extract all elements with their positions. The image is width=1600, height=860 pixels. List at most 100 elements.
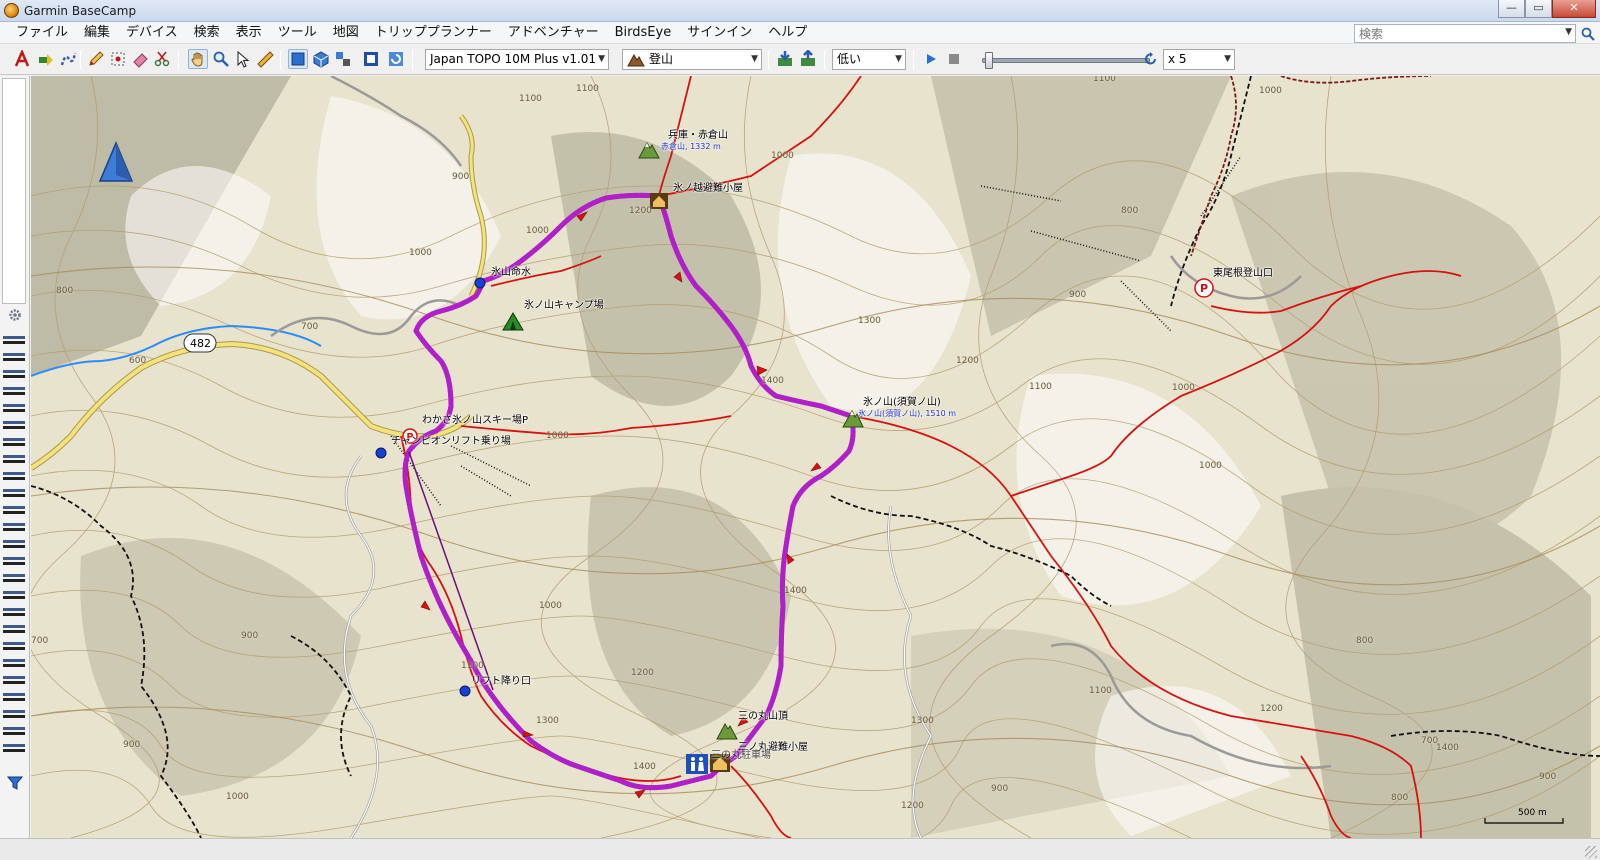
3d-view-icon[interactable] <box>311 49 331 69</box>
contour-label: 900 <box>123 740 141 750</box>
parking-icon[interactable]: P <box>1194 278 1214 298</box>
north-arrow-icon[interactable] <box>98 141 134 183</box>
menu-find[interactable]: 検索 <box>186 23 228 43</box>
playback-slider-thumb[interactable] <box>985 52 993 69</box>
hut-icon[interactable] <box>650 193 668 209</box>
window-controls: — ▭ ✕ <box>1498 0 1596 18</box>
contour-label: 800 <box>1356 636 1374 646</box>
contour-label: 700 <box>31 636 49 646</box>
chevron-down-icon: ▼ <box>1224 54 1231 64</box>
playback-slider[interactable] <box>982 58 1150 63</box>
contour-label: 900 <box>991 784 1009 794</box>
hinokoshi-hut-label: 氷ノ越避難小屋 <box>673 183 743 194</box>
contour-label: 800 <box>1391 793 1409 803</box>
zoom-icon[interactable] <box>211 49 231 69</box>
eraser-icon[interactable] <box>130 49 150 69</box>
contour-label: 1000 <box>1199 461 1222 471</box>
search-input[interactable] <box>1354 24 1576 43</box>
chevron-down-icon: ▼ <box>598 54 605 64</box>
map-product-select[interactable]: Japan TOPO 10M Plus v1.01 ▼ <box>425 49 609 70</box>
campground-icon[interactable] <box>501 311 525 331</box>
2d-map-view-icon[interactable] <box>288 49 308 69</box>
loop-icon[interactable] <box>1141 49 1161 69</box>
close-button[interactable]: ✕ <box>1552 0 1596 18</box>
campground-label: 氷ノ山キャンプ場 <box>524 300 604 311</box>
playback-speed-select[interactable]: x 5 ▼ <box>1163 49 1235 70</box>
menu-edit[interactable]: 編集 <box>76 23 118 43</box>
mountain-icon <box>627 53 645 67</box>
contour-label: 1300 <box>911 716 934 726</box>
stop-icon[interactable] <box>944 49 964 69</box>
menu-file[interactable]: ファイル <box>8 23 76 43</box>
contour-label: 900 <box>452 172 470 182</box>
summit-label: 氷ノ山(須賀ノ山) <box>863 397 941 408</box>
lift-end-label: リフト降り口 <box>471 676 531 687</box>
new-waypoint-icon[interactable] <box>12 49 32 69</box>
menu-help[interactable]: ヘルプ <box>760 23 815 43</box>
menu-device[interactable]: デバイス <box>118 23 186 43</box>
playback-speed-value: x 5 <box>1168 52 1187 66</box>
contour-label: 1200 <box>901 801 924 811</box>
title-bar: Garmin BaseCamp — ▭ ✕ <box>0 0 1600 22</box>
receive-from-device-icon[interactable] <box>775 49 795 69</box>
edit-pencil-icon[interactable] <box>86 49 106 69</box>
minimize-button[interactable]: — <box>1498 0 1525 18</box>
send-to-device-icon[interactable] <box>798 49 818 69</box>
menu-map[interactable]: 地図 <box>325 23 367 43</box>
track-list-icons[interactable] <box>3 330 25 760</box>
collapsed-library-pane[interactable] <box>2 78 26 304</box>
higashi-trailhead-label: 東尾根登山口 <box>1213 268 1273 279</box>
new-route-icon[interactable] <box>36 49 56 69</box>
map-canvas[interactable]: P P 兵庫・赤倉山 赤倉山, 1332 m 氷ノ越避難小屋 氷山命水 氷ノ山キ… <box>31 76 1600 838</box>
play-icon[interactable] <box>921 49 941 69</box>
water-point-label: 氷山命水 <box>491 267 531 278</box>
contour-label: 1100 <box>1029 382 1052 392</box>
measure-ruler-icon[interactable] <box>255 49 275 69</box>
water-point-icon[interactable] <box>474 277 486 289</box>
menu-sign-in[interactable]: サインイン <box>679 23 760 43</box>
detail-level-select[interactable]: 低い ▼ <box>832 49 906 70</box>
resize-grip[interactable] <box>1585 846 1597 858</box>
sannomaru-parking-label: 三の丸駐車場 <box>711 750 771 761</box>
akakura-peak-label: 兵庫・赤倉山 <box>668 130 728 141</box>
maximize-button[interactable]: ▭ <box>1525 0 1552 18</box>
lift-start-point-icon[interactable] <box>375 447 387 459</box>
refresh-map-icon[interactable] <box>386 49 406 69</box>
menu-birdseye[interactable]: BirdsEye <box>607 23 680 43</box>
select-arrow-icon[interactable] <box>233 49 253 69</box>
contour-label: 900 <box>1069 290 1087 300</box>
contour-label: 900 <box>1539 772 1557 782</box>
new-track-icon[interactable] <box>58 49 78 69</box>
search-dropdown-icon[interactable]: ▼ <box>1565 27 1572 37</box>
detail-level-value: 低い <box>837 52 862 66</box>
gear-icon[interactable] <box>7 308 23 322</box>
menu-adventures[interactable]: アドベンチャー <box>500 23 607 43</box>
contour-label: 1000 <box>526 226 549 236</box>
contour-label: 1000 <box>539 601 562 611</box>
map-product-value: Japan TOPO 10M Plus v1.01 <box>430 52 597 66</box>
split-view-icon[interactable] <box>333 49 353 69</box>
contour-label: 1300 <box>536 716 559 726</box>
peak-icon[interactable] <box>638 139 660 159</box>
contour-label: 1200 <box>1260 704 1283 714</box>
sannomaru-peak-icon[interactable] <box>716 720 738 740</box>
contour-label: 1400 <box>1436 743 1459 753</box>
scissors-icon[interactable] <box>152 49 172 69</box>
sannomaru-summit-label: 三の丸山頂 <box>738 711 788 722</box>
select-points-icon[interactable] <box>108 49 128 69</box>
contour-label: 700 <box>301 322 319 332</box>
contour-label: 1000 <box>409 248 432 258</box>
menu-view[interactable]: 表示 <box>228 23 270 43</box>
contour-label: 1000 <box>226 792 249 802</box>
menu-tools[interactable]: ツール <box>270 23 325 43</box>
activity-profile-select[interactable]: 登山 ▼ <box>622 49 762 70</box>
hand-pan-icon[interactable] <box>188 49 208 69</box>
lift-end-point-icon[interactable] <box>459 685 471 697</box>
menu-trip-planner[interactable]: トリッププランナー <box>367 23 500 43</box>
restroom-icon[interactable] <box>686 754 708 774</box>
filter-icon[interactable] <box>7 776 23 790</box>
fit-to-window-icon[interactable] <box>361 49 381 69</box>
search-icon[interactable] <box>1580 26 1596 42</box>
contour-label: 800 <box>56 286 74 296</box>
ski-parking-label: わかさ氷ノ山スキー場P <box>422 415 529 426</box>
